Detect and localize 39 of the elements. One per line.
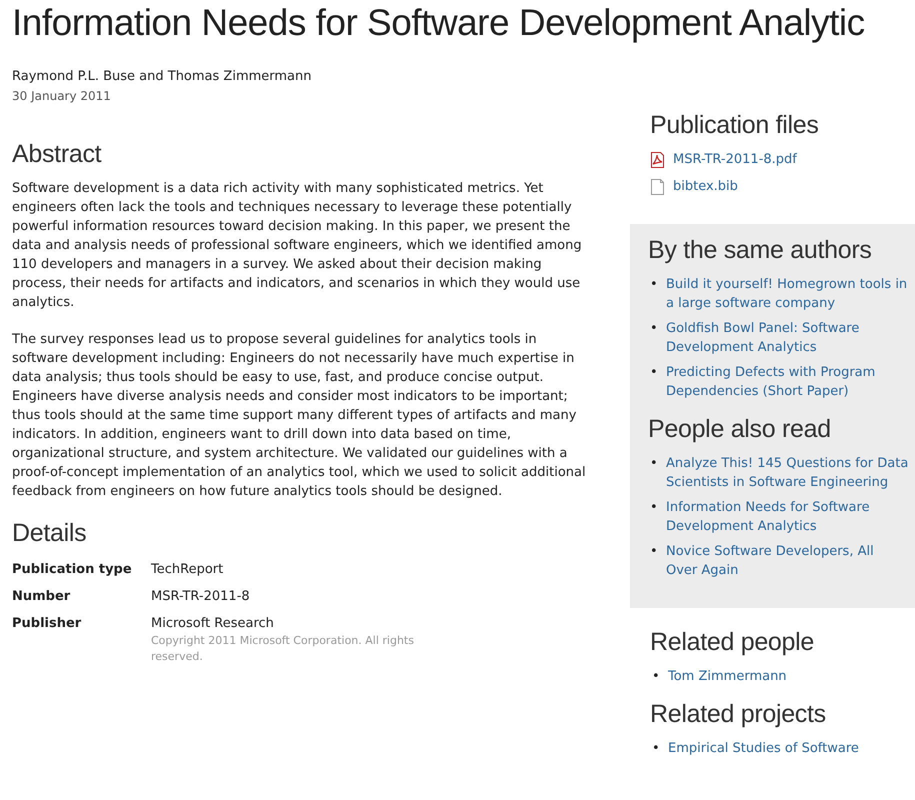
section-heading: Related people (650, 628, 814, 657)
bullet: • (649, 499, 659, 517)
copyright-note: Copyright 2011 Microsoft Corporation. All rights reserved. (151, 633, 415, 665)
related-link[interactable]: Analyze This! 145 Questions for Data Scientists in Software Engineering (666, 454, 909, 492)
related-link[interactable]: Goldfish Bowl Panel: Software Development Analytics (666, 319, 909, 357)
related-link[interactable]: Empirical Studies of Software (668, 739, 859, 758)
section-heading: Related projects (650, 700, 826, 729)
detail-label: Publisher (12, 616, 82, 633)
detail-label: Number (12, 589, 70, 604)
abstract-paragraph: The survey responses lead us to propose several guidelines for analytics tools in software development including: Engineers do not necessarily have much expertise in data analysis; thus tools should be easy to use, fast, and produce concise output. Engineers have diverse analysis needs and consider most indicators to be important; thus tools should at the same time support many different types of artifacts and many indicators. In addition, engineers want to drill down into data based on time, organizational structure, and system architecture. We validated our guidelines with a proof-of-concept implementation of an analytics tool, which we used to solicit additional feedback from engineers on how future analytics tools should be designed. (12, 331, 587, 501)
file-link[interactable]: bibtex.bib (673, 177, 738, 196)
publication-date: 30 January 2011 (12, 89, 111, 103)
page-title: Information Needs for Software Development Analytic (12, 1, 865, 45)
related-link[interactable]: Build it yourself! Homegrown tools in a large software company (666, 275, 909, 313)
bullet: • (649, 364, 659, 382)
related-link[interactable]: Tom Zimmermann (668, 667, 787, 686)
section-heading: Abstract (12, 140, 102, 169)
related-link[interactable]: Predicting Defects with Program Dependencies (Short Paper) (666, 363, 909, 401)
detail-value: MSR-TR-2011-8 (151, 589, 250, 604)
detail-label: Publication type (12, 562, 132, 577)
bullet: • (649, 276, 659, 294)
detail-value: Microsoft Research (151, 616, 274, 631)
authors: Raymond P.L. Buse and Thomas Zimmermann (12, 69, 312, 84)
bullet: • (651, 740, 661, 758)
section-heading: Details (12, 519, 86, 548)
bullet: • (649, 320, 659, 338)
bullet: • (649, 455, 659, 473)
bullet: • (651, 668, 661, 686)
bullet: • (649, 543, 659, 561)
detail-value: TechReport (151, 562, 224, 577)
section-heading: People also read (648, 415, 831, 444)
section-heading: By the same authors (648, 236, 872, 265)
related-link[interactable]: Novice Software Developers, All Over Again (666, 542, 909, 580)
section-heading: Publication files (650, 111, 819, 140)
file-icon (650, 178, 665, 194)
related-link[interactable]: Information Needs for Software Development Analytics (666, 498, 909, 536)
pdf-file-icon (650, 152, 665, 168)
file-link[interactable]: MSR-TR-2011-8.pdf (673, 150, 797, 169)
abstract-paragraph: Software development is a data rich activity with many sophisticated metrics. Yet engineers often lack the tools and techniques necessary to leverage these potentially powerful information resources toward decision making. In this paper, we present the data and analysis needs of professional software engineers, which we identified among 110 developers and managers in a survey. We asked about their decision making process, their needs for artifacts and indicators, and scenarios in which they would use analytics. (12, 180, 583, 312)
